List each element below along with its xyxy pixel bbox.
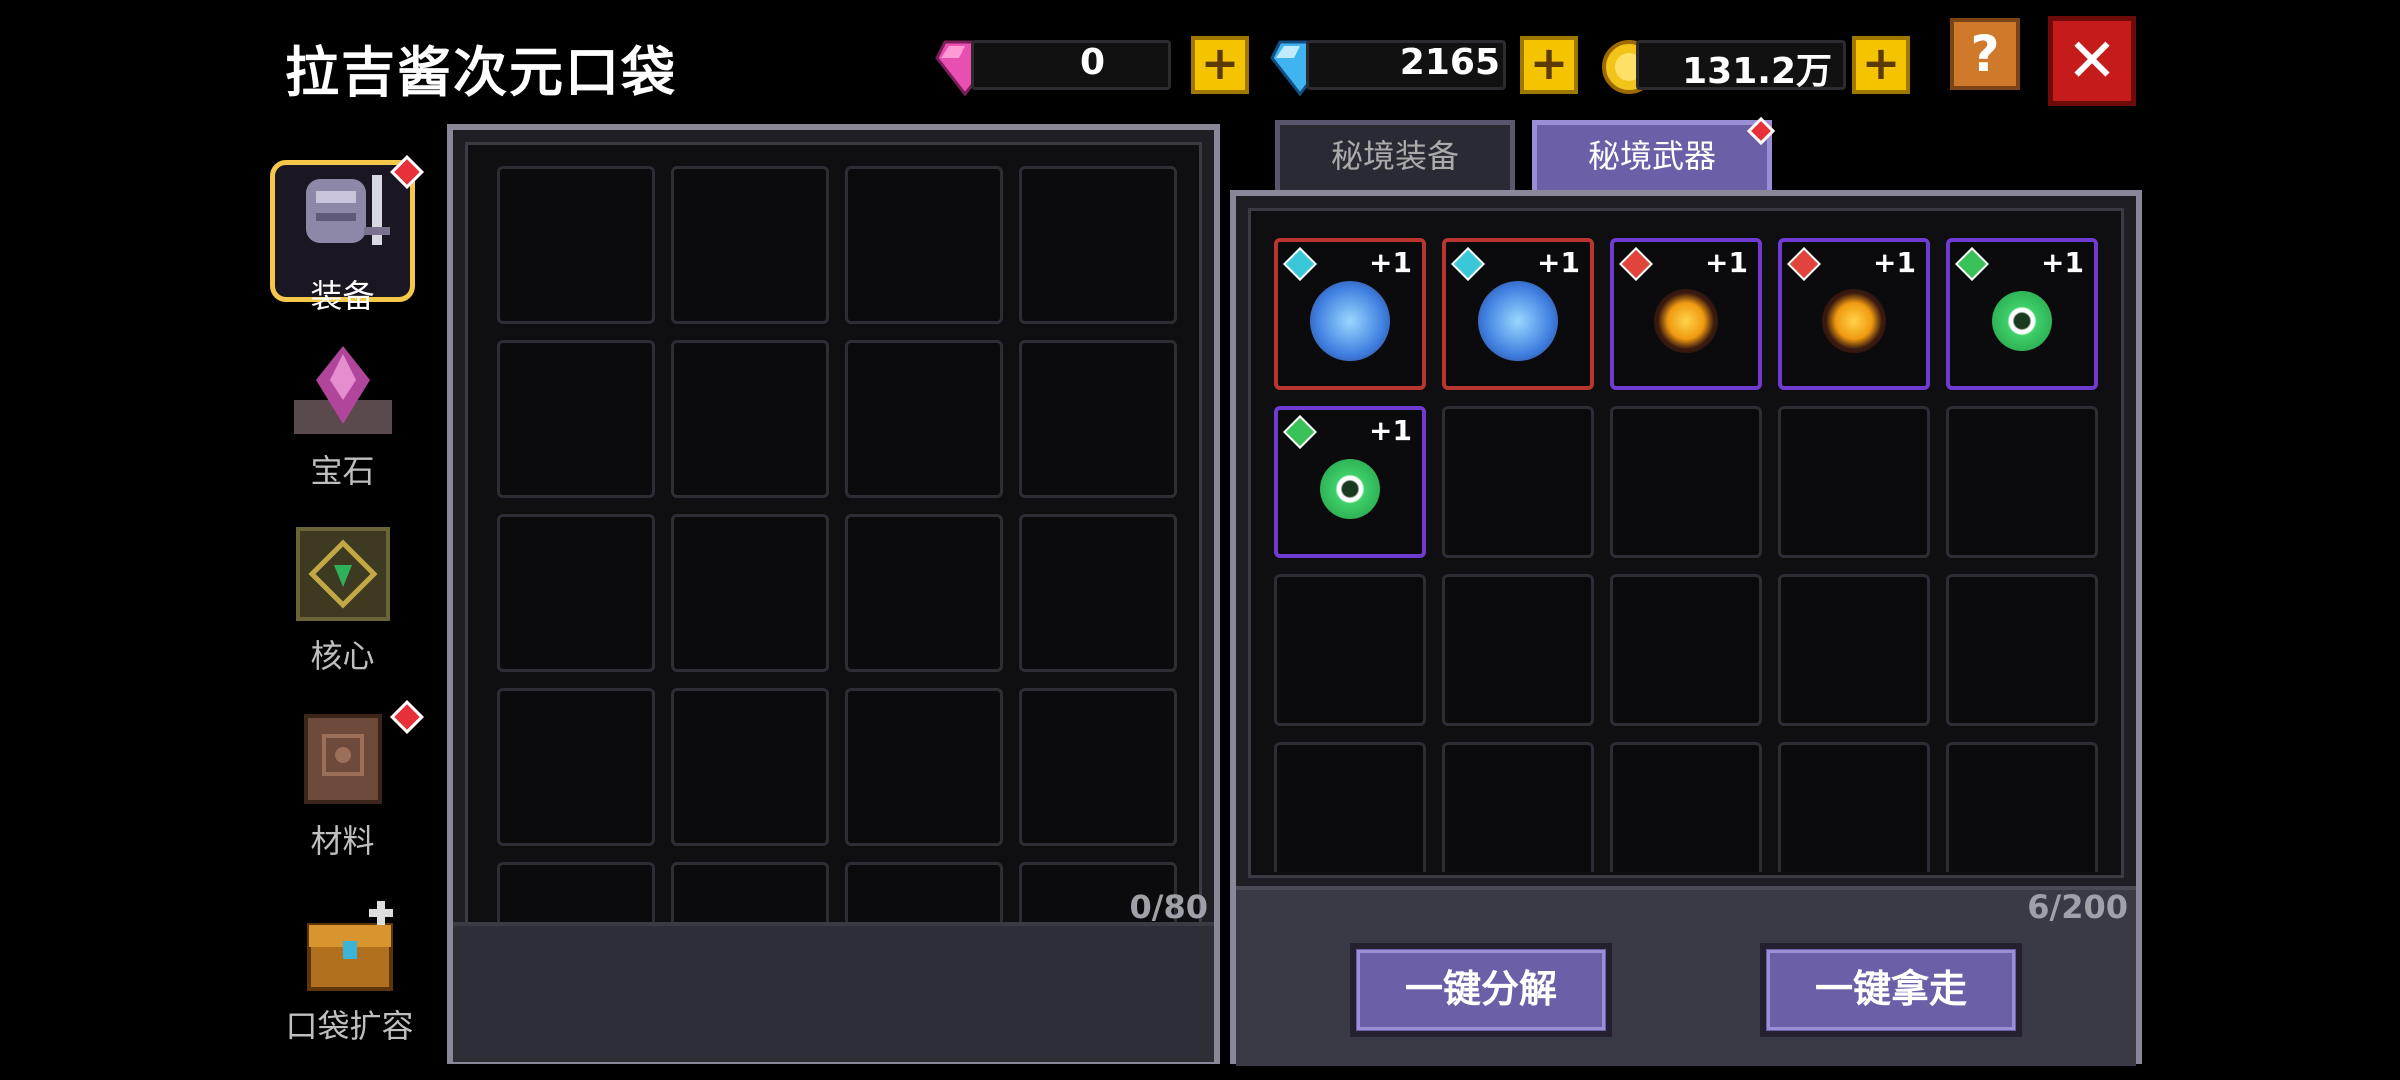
tab-secret-weapons[interactable]: 秘境武器 [1532,120,1772,192]
diamond-value: 2165 [1399,42,1500,83]
weapon-empty-slot[interactable] [1946,742,2098,872]
sidebar-item-label: 材料 [310,822,375,860]
armor-sword-icon [305,175,390,245]
weapon-empty-slot[interactable] [1778,406,1930,558]
sidebar-item-label: 核心 [310,637,375,675]
item-level: +1 [1873,246,1916,279]
help-button[interactable]: ? [1950,18,2020,90]
item-level: +1 [1537,246,1580,279]
diamond-currency: 2165 + [1270,36,1590,96]
weapon-item-slot[interactable]: +1 [1274,406,1426,558]
blue-orb-crystal-icon [1310,281,1390,362]
add-diamond-button[interactable]: + [1520,36,1578,94]
weapon-empty-slot[interactable] [1946,574,2098,726]
treasure-chest-icon [306,901,393,991]
pocket-slot[interactable] [497,340,655,498]
pocket-capacity: 0/80 [1129,888,1208,926]
pocket-slot[interactable] [845,340,1003,498]
green-eye-orb-icon [1320,459,1380,520]
sidebar-item-expand-pocket[interactable]: 口袋扩容 [262,895,437,1045]
decompose-all-button[interactable]: 一键分解 [1350,943,1612,1037]
sidebar-item-core[interactable]: 核心 [270,525,415,675]
question-icon: ? [1970,25,2000,83]
weapon-empty-slot[interactable] [1274,574,1426,726]
element-gem-icon [1619,247,1653,281]
weapon-empty-slot[interactable] [1946,406,2098,558]
pocket-slot[interactable] [497,688,655,846]
fire-eye-orb-icon [1654,289,1718,354]
core-rune-icon [295,527,390,621]
pocket-slot[interactable] [671,166,829,324]
gold-currency: 131.2万 + [1600,36,1920,94]
pocket-slot[interactable] [671,514,829,672]
element-gem-icon [1283,247,1317,281]
blue-orb-crystal-icon [1478,281,1558,362]
material-book-icon [303,714,382,804]
element-gem-icon [1283,415,1317,449]
weapon-empty-slot[interactable] [1442,742,1594,872]
weapon-empty-slot[interactable] [1610,574,1762,726]
close-icon: ✕ [2066,26,2118,96]
pocket-slot[interactable] [845,688,1003,846]
weapons-capacity: 6/200 [2027,888,2128,926]
weapon-empty-slot[interactable] [1442,574,1594,726]
green-eye-orb-icon [1992,291,2052,352]
weapon-item-slot[interactable]: +1 [1274,238,1426,390]
weapon-empty-slot[interactable] [1610,406,1762,558]
pocket-slot[interactable] [845,514,1003,672]
weapon-empty-slot[interactable] [1442,406,1594,558]
sidebar-item-label: 装备 [310,277,375,315]
fire-eye-orb-icon [1822,289,1886,354]
pocket-slot[interactable] [1019,688,1177,846]
item-level: +1 [1705,246,1748,279]
close-button[interactable]: ✕ [2048,16,2136,106]
weapon-empty-slot[interactable] [1274,742,1426,872]
gold-value: 131.2万 [1682,51,1832,92]
pink-gem-currency: 0 + [935,36,1255,96]
item-level: +1 [2041,246,2084,279]
weapon-item-slot[interactable]: +1 [1778,238,1930,390]
weapons-grid: +1 +1 +1 +1 +1 +1 [1274,238,2104,872]
pocket-slot[interactable] [497,514,655,672]
page-title: 拉吉酱次元口袋 [285,41,677,104]
element-gem-icon [1955,247,1989,281]
pocket-slot[interactable] [671,688,829,846]
weapon-empty-slot[interactable] [1778,574,1930,726]
weapon-item-slot[interactable]: +1 [1946,238,2098,390]
weapon-item-slot[interactable]: +1 [1442,238,1594,390]
weapon-empty-slot[interactable] [1778,742,1930,872]
sidebar-item-gems[interactable]: 宝石 [270,340,415,490]
tab-secret-equipment[interactable]: 秘境装备 [1275,120,1515,192]
sidebar-item-materials[interactable]: 材料 [270,710,415,860]
gem-crystal-icon [293,346,392,434]
sidebar-item-equipment[interactable]: 装备 [270,160,415,315]
add-pink-gem-button[interactable]: + [1191,36,1249,94]
item-level: +1 [1369,246,1412,279]
element-gem-icon [1787,247,1821,281]
pocket-slot[interactable] [1019,514,1177,672]
pocket-slot[interactable] [1019,166,1177,324]
pink-gem-value: 0 [1079,42,1105,83]
weapon-item-slot[interactable]: +1 [1610,238,1762,390]
pocket-slot[interactable] [845,166,1003,324]
take-all-button[interactable]: 一键拿走 [1760,943,2022,1037]
pocket-grid [497,166,1177,992]
pocket-slot[interactable] [1019,340,1177,498]
pocket-slot[interactable] [671,340,829,498]
add-gold-button[interactable]: + [1852,36,1910,94]
sidebar-item-label: 口袋扩容 [285,1007,414,1045]
weapon-empty-slot[interactable] [1610,742,1762,872]
element-gem-icon [1451,247,1485,281]
pocket-slot[interactable] [497,166,655,324]
secret-weapons-panel: +1 +1 +1 +1 +1 +1 6/200 [1230,190,2142,1066]
sidebar-item-label: 宝石 [310,452,375,490]
item-level: +1 [1369,414,1412,447]
pocket-panel: 0/80 [447,124,1220,1064]
